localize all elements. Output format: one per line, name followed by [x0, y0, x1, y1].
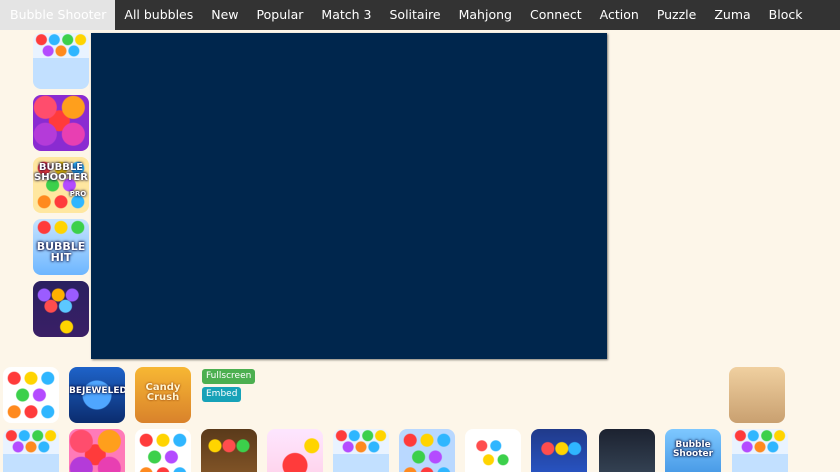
- game-thumb-row2-7[interactable]: [399, 429, 455, 472]
- game-thumb-bubble-grid[interactable]: [3, 367, 59, 423]
- game-thumb-row2-6[interactable]: [333, 429, 389, 472]
- thumb-title: BUBBLE SHOOTER: [34, 162, 88, 183]
- nav-label: Bubble Shooter: [10, 7, 107, 22]
- thumb-title: Candy Crush: [145, 382, 181, 403]
- nav-item-connect[interactable]: Connect: [521, 0, 591, 30]
- game-thumb-row2-3[interactable]: [135, 429, 191, 472]
- game-thumb-bejeweled[interactable]: BEJEWELED: [69, 367, 125, 423]
- game-thumb-big-bubbles[interactable]: [33, 95, 89, 151]
- nav-item-puzzle[interactable]: Puzzle: [648, 0, 706, 30]
- game-thumb-row2-1[interactable]: [3, 429, 59, 472]
- game-thumb-row2-8[interactable]: [465, 429, 521, 472]
- nav-item-all-bubbles[interactable]: All bubbles: [115, 0, 202, 30]
- nav-item-mahjong[interactable]: Mahjong: [450, 0, 521, 30]
- nav-item-zuma[interactable]: Zuma: [705, 0, 759, 30]
- game-thumb-candy-crush[interactable]: Candy Crush: [135, 367, 191, 423]
- nav-item-bubble-shooter[interactable]: Bubble Shooter: [0, 0, 116, 30]
- nav-item-solitaire[interactable]: Solitaire: [380, 0, 449, 30]
- game-thumb-bubble-shooter[interactable]: Bubble Shooter: [665, 429, 721, 472]
- embed-button[interactable]: Embed: [202, 387, 242, 402]
- game-thumb-row2-10[interactable]: [599, 429, 655, 472]
- game-thumb-runner[interactable]: [729, 367, 785, 423]
- top-nav: Bubble Shooter All bubbles New Popular M…: [0, 0, 840, 30]
- nav-item-match-3[interactable]: Match 3: [312, 0, 380, 30]
- game-thumb-bubble-arrow[interactable]: [33, 33, 89, 89]
- game-thumb-row2-5[interactable]: [267, 429, 323, 472]
- game-thumb-bubble-night[interactable]: [33, 281, 89, 337]
- game-canvas[interactable]: [91, 33, 607, 359]
- nav-item-block[interactable]: Block: [760, 0, 812, 30]
- game-thumb-bubble-hit[interactable]: BUBBLE HIT: [33, 219, 89, 275]
- thumb-subtitle: PRO: [69, 190, 87, 198]
- game-thumb-row2-2[interactable]: [69, 429, 125, 472]
- nav-item-new[interactable]: New: [202, 0, 247, 30]
- game-thumb-row2-9[interactable]: [531, 429, 587, 472]
- left-game-list: BUBBLE SHOOTER PRO BUBBLE HIT: [33, 33, 89, 343]
- game-thumb-row2-12[interactable]: [732, 429, 788, 472]
- game-thumb-bubble-shooter-pro[interactable]: BUBBLE SHOOTER PRO: [33, 157, 89, 213]
- nav-item-popular[interactable]: Popular: [248, 0, 313, 30]
- thumb-title: Bubble Shooter: [672, 440, 714, 459]
- fullscreen-button[interactable]: Fullscreen: [202, 369, 256, 384]
- nav-item-action[interactable]: Action: [591, 0, 648, 30]
- thumb-title: BUBBLE HIT: [36, 240, 86, 264]
- thumb-title: BEJEWELED: [69, 386, 125, 396]
- game-thumb-row2-4[interactable]: [201, 429, 257, 472]
